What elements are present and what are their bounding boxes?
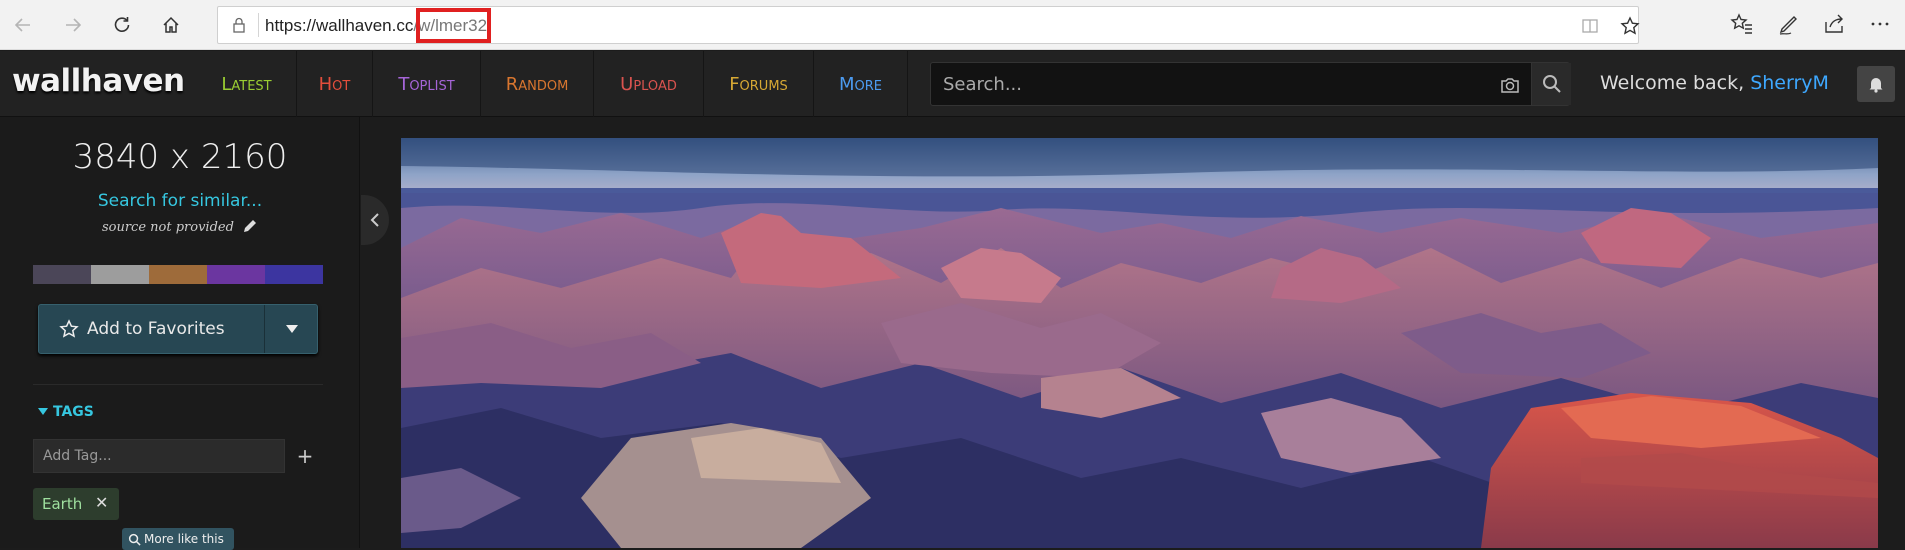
remove-tag-icon[interactable]: ✕ bbox=[95, 493, 108, 512]
site-logo[interactable]: wallhaven bbox=[12, 63, 185, 99]
search-icon bbox=[128, 533, 141, 546]
triangle-down-icon bbox=[38, 408, 48, 415]
nav-toplist[interactable]: Toplist bbox=[373, 51, 481, 117]
color-swatch[interactable] bbox=[149, 265, 207, 284]
more-like-this-button[interactable]: More like this bbox=[122, 528, 234, 550]
notifications-button[interactable] bbox=[1857, 66, 1895, 102]
wallpaper-sidebar: 3840 x 2160 Search for similar... source… bbox=[0, 117, 360, 550]
add-to-favorites-button[interactable]: Add to Favorites bbox=[39, 305, 265, 353]
refresh-icon bbox=[114, 17, 130, 32]
search-input[interactable]: Search... bbox=[930, 62, 1571, 106]
nav-more[interactable]: More bbox=[814, 51, 908, 117]
back-arrow-icon bbox=[14, 18, 30, 32]
tag-pill[interactable]: Earth ✕ bbox=[33, 488, 119, 520]
star-outline-icon bbox=[59, 319, 79, 338]
sidebar-divider bbox=[33, 384, 323, 385]
wallpaper-image[interactable] bbox=[401, 138, 1878, 548]
username-link[interactable]: SherryM bbox=[1750, 72, 1829, 94]
url-highlight-box bbox=[416, 8, 491, 43]
nav-latest[interactable]: Latest bbox=[197, 51, 297, 117]
tag-name[interactable]: Earth bbox=[42, 495, 82, 513]
search-icon bbox=[1542, 75, 1561, 93]
forward-button[interactable] bbox=[56, 8, 90, 42]
more-like-this-label: More like this bbox=[144, 532, 224, 546]
welcome-message: Welcome back, SherryM bbox=[1600, 72, 1829, 94]
chevron-left-icon bbox=[370, 213, 379, 227]
bell-icon bbox=[1869, 78, 1883, 93]
add-tag-button[interactable]: + bbox=[287, 439, 323, 473]
reading-view-icon[interactable] bbox=[1580, 16, 1600, 36]
search-button[interactable] bbox=[1531, 63, 1571, 105]
caret-down-icon bbox=[286, 325, 298, 333]
url-prefix: https:// bbox=[265, 16, 317, 35]
site-header: wallhaven Latest Hot Toplist Random Uplo… bbox=[0, 51, 1905, 117]
address-divider bbox=[258, 13, 259, 37]
color-swatch[interactable] bbox=[207, 265, 265, 284]
lock-icon bbox=[233, 17, 245, 33]
home-button[interactable] bbox=[154, 8, 188, 42]
nav-forums[interactable]: Forums bbox=[704, 51, 814, 117]
canyon-landscape-image bbox=[401, 138, 1878, 548]
source-text: source not provided bbox=[101, 220, 234, 235]
color-swatch[interactable] bbox=[265, 265, 323, 284]
share-icon[interactable] bbox=[1822, 12, 1846, 36]
color-swatch[interactable] bbox=[91, 265, 149, 284]
resolution-label: 3840 x 2160 bbox=[72, 137, 288, 177]
favorite-star-icon[interactable] bbox=[1620, 16, 1640, 36]
favorites-list-icon[interactable] bbox=[1730, 12, 1754, 36]
color-swatch[interactable] bbox=[33, 265, 91, 284]
refresh-button[interactable] bbox=[105, 8, 139, 42]
home-icon bbox=[163, 16, 179, 33]
search-similar-link[interactable]: Search for similar... bbox=[0, 191, 360, 211]
search-placeholder: Search... bbox=[943, 74, 1023, 95]
color-palette bbox=[33, 265, 323, 284]
main-content bbox=[361, 117, 1905, 548]
source-line: source not provided bbox=[0, 218, 360, 235]
favorites-button-group: Add to Favorites bbox=[38, 304, 318, 354]
edit-pencil-icon[interactable] bbox=[242, 218, 258, 234]
forward-arrow-icon bbox=[66, 18, 82, 32]
url-host: wallhaven.cc bbox=[316, 16, 414, 35]
tags-heading[interactable]: TAGS bbox=[38, 404, 94, 420]
nav-random[interactable]: Random bbox=[481, 51, 594, 117]
browser-toolbar: https://wallhaven.cc/w/lmer32 bbox=[0, 0, 1905, 50]
welcome-text: Welcome back, bbox=[1600, 72, 1745, 94]
favorites-dropdown-button[interactable] bbox=[266, 305, 318, 353]
favorites-label: Add to Favorites bbox=[87, 319, 225, 339]
add-tag-input[interactable]: Add Tag... bbox=[33, 439, 285, 473]
tags-heading-label: TAGS bbox=[53, 404, 94, 420]
nav-hot[interactable]: Hot bbox=[297, 51, 373, 117]
nav-upload[interactable]: Upload bbox=[594, 51, 704, 117]
add-tag-placeholder: Add Tag... bbox=[43, 448, 112, 464]
pen-icon[interactable] bbox=[1777, 12, 1801, 36]
more-menu-icon[interactable] bbox=[1868, 12, 1892, 36]
back-button[interactable] bbox=[6, 8, 40, 42]
camera-icon[interactable] bbox=[1499, 74, 1521, 96]
